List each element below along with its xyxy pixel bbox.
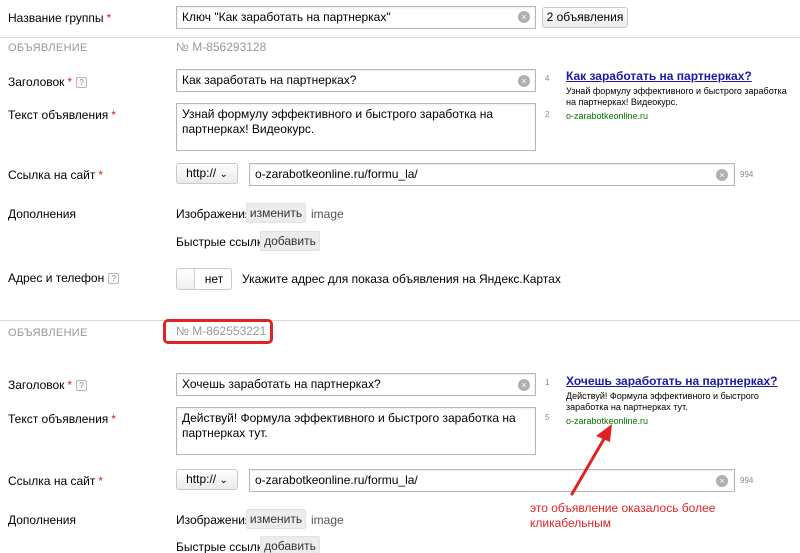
group-name-input[interactable]: Ключ "Как заработать на партнерках" [176,6,536,29]
quicklinks-label: Быстрые ссылки [176,540,269,553]
clear-icon[interactable]: × [518,75,530,87]
address-label: Адрес и телефон? [8,271,120,285]
group-name-label-text: Название группы [8,11,104,25]
extras-label: Дополнения [8,207,76,221]
protocol-select[interactable]: http:// ⌄ [176,469,238,490]
preview-text: Действуй! Формула эффективного и быстрог… [566,391,759,412]
ad-text-value: Действуй! Формула эффективного и быстрог… [182,411,516,440]
quicklinks-label: Быстрые ссылки [176,235,269,249]
title-char-counter: 1 [545,378,550,387]
protocol-select[interactable]: http:// ⌄ [176,163,238,184]
preview-text: Узнай формулу эффективного и быстрого за… [566,86,787,107]
protocol-value: http:// [186,166,217,180]
ad-text-textarea[interactable]: Действуй! Формула эффективного и быстрог… [176,407,536,455]
section-divider [0,320,800,321]
ad-section-label: ОБЪЯВЛЕНИЕ [8,42,88,54]
text-label: Текст объявления * [8,108,116,122]
ad-text-textarea[interactable]: Узнай формулу эффективного и быстрого за… [176,103,536,151]
clear-icon[interactable]: × [518,379,530,391]
ad-preview: Хочешь заработать на партнерках? Действу… [566,374,798,426]
title-label: Заголовок *? [8,75,88,89]
quicklinks-add-button[interactable]: добавить [260,231,320,251]
title-label-text: Заголовок [8,378,65,392]
address-hint: Укажите адрес для показа объявления на Я… [242,272,561,286]
annotation-arrow [570,424,612,496]
url-char-counter: 994 [740,170,754,179]
images-value: image [311,513,344,527]
clear-icon[interactable]: × [716,475,728,487]
help-icon[interactable]: ? [108,273,120,284]
text-label-text: Текст объявления [8,412,109,426]
required-mark: * [67,75,73,89]
preview-title-link[interactable]: Хочешь заработать на партнерках? [566,374,798,388]
title-label-text: Заголовок [8,75,65,89]
required-mark: * [98,168,103,182]
link-label-text: Ссылка на сайт [8,168,96,182]
images-change-button[interactable]: изменить [246,509,306,529]
toggle-value: нет [204,272,224,286]
required-mark: * [106,11,112,25]
address-toggle[interactable]: нет [176,268,232,290]
highlight-frame [163,319,273,344]
title-input[interactable]: Как заработать на партнерках? [176,69,536,92]
images-label: Изображения [176,513,252,527]
address-label-text: Адрес и телефон [8,271,105,285]
url-value: o-zarabotkeonline.ru/formu_la/ [255,167,418,181]
quicklinks-add-button[interactable]: добавить [260,536,320,553]
images-value: image [311,207,344,221]
images-change-button[interactable]: изменить [246,203,306,223]
text-char-counter: 2 [545,110,550,119]
protocol-value: http:// [186,472,217,486]
clear-icon[interactable]: × [518,11,530,23]
help-icon[interactable]: ? [76,380,88,391]
toggle-knob [177,269,195,289]
required-mark: * [67,378,73,392]
link-label-text: Ссылка на сайт [8,474,96,488]
images-label: Изображения [176,207,252,221]
ad-text-value: Узнай формулу эффективного и быстрого за… [182,107,494,136]
link-label: Ссылка на сайт * [8,168,103,182]
chevron-down-icon: ⌄ [219,475,228,486]
required-mark: * [111,412,116,426]
ad-preview: Как заработать на партнерках? Узнай форм… [566,69,798,121]
chevron-down-icon: ⌄ [219,169,228,180]
title-value: Хочешь заработать на партнерках? [182,377,381,391]
help-icon[interactable]: ? [76,77,88,88]
extras-label: Дополнения [8,513,76,527]
annotation-text: это объявление оказалось более кликабель… [530,501,716,530]
url-char-counter: 994 [740,476,754,485]
ads-count-button[interactable]: 2 объявления [542,7,628,28]
link-label: Ссылка на сайт * [8,474,103,488]
title-label: Заголовок *? [8,378,88,392]
url-input[interactable]: o-zarabotkeonline.ru/formu_la/ [249,163,735,186]
clear-icon[interactable]: × [716,169,728,181]
group-name-label: Название группы * [8,11,111,25]
title-char-counter: 4 [545,74,550,83]
text-label: Текст объявления * [8,412,116,426]
required-mark: * [98,474,103,488]
title-value: Как заработать на партнерках? [182,73,357,87]
url-input[interactable]: o-zarabotkeonline.ru/formu_la/ [249,469,735,492]
title-input[interactable]: Хочешь заработать на партнерках? [176,373,536,396]
preview-title-link[interactable]: Как заработать на партнерках? [566,69,798,83]
required-mark: * [111,108,116,122]
ad-number: № M-856293128 [176,40,267,54]
preview-url: o-zarabotkeonline.ru [566,111,649,121]
ad-section-label: ОБЪЯВЛЕНИЕ [8,327,88,339]
url-value: o-zarabotkeonline.ru/formu_la/ [255,473,418,487]
group-name-value: Ключ "Как заработать на партнерках" [182,10,391,24]
text-label-text: Текст объявления [8,108,109,122]
section-divider [0,37,800,38]
text-char-counter: 5 [545,413,550,422]
